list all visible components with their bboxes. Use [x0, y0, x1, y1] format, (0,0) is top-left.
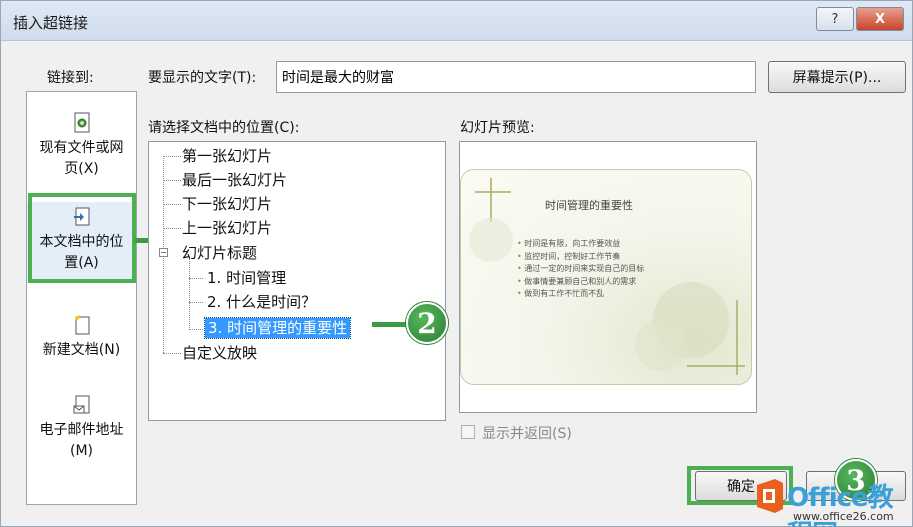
slide-preview-pane: 时间管理的重要性 时间是有限，向工作要效益 监控时间，控制好工作节奏 通过一定的…: [459, 141, 757, 413]
insert-hyperlink-dialog: 插入超链接 ? X 链接到: 现有文件或网 页(X) 本文档中的位 置(A) 新…: [0, 0, 913, 527]
display-text-label: 要显示的文字(T):: [148, 70, 257, 86]
email-address-icon: [73, 395, 89, 414]
tree-item-slide-1[interactable]: 1. 时间管理: [207, 268, 286, 288]
new-document-icon: [74, 315, 89, 335]
help-icon: ?: [831, 11, 839, 27]
screen-tip-button[interactable]: 屏幕提示(P)...: [768, 61, 906, 93]
tree-item-slide-2[interactable]: 2. 什么是时间？: [207, 292, 316, 312]
dialog-title: 插入超链接: [13, 14, 89, 32]
tree-guide-line: [189, 329, 203, 330]
tree-guide-line: [189, 257, 190, 330]
close-icon: X: [874, 11, 886, 27]
tree-guide-line: [189, 302, 203, 303]
watermark: Office教程网 www.office26.com: [747, 473, 913, 527]
link-item-label-line1: 现有文件或网: [39, 140, 124, 156]
callout-1-highlight: [28, 193, 136, 283]
link-item-existing-file[interactable]: 现有文件或网 页(X): [27, 112, 136, 182]
tree-guide-line: [163, 180, 181, 181]
slide-bullet: 监控时间，控制好工作节奏: [517, 251, 644, 264]
existing-file-icon: [74, 112, 89, 133]
tree-guide-line: [163, 156, 181, 157]
tree-guide-line: [163, 353, 181, 354]
tree-item-next-slide[interactable]: 下一张幻灯片: [182, 194, 272, 214]
link-item-email-address[interactable]: 电子邮件地址 (M): [27, 394, 136, 474]
close-button[interactable]: X: [856, 7, 904, 31]
slide-preview-label: 幻灯片预览:: [460, 120, 535, 136]
link-item-new-document[interactable]: 新建文档(N): [27, 314, 136, 374]
callout-2-connector: [372, 322, 408, 327]
place-select-label: 请选择文档中的位置(C):: [148, 120, 300, 136]
slide-bullets: 时间是有限，向工作要效益 监控时间，控制好工作节奏 通过一定的时间来实现自己的目…: [517, 238, 644, 301]
watermark-url: www.office26.com: [793, 510, 894, 523]
help-button[interactable]: ?: [816, 7, 854, 31]
slide-bullet: 做到有工作不忙而不乱: [517, 288, 644, 301]
slide-bullet: 做事情要兼顾自己和别人的需求: [517, 276, 644, 289]
show-return-checkbox[interactable]: [461, 425, 475, 439]
slide-thumbnail: 时间管理的重要性 时间是有限，向工作要效益 监控时间，控制好工作节奏 通过一定的…: [460, 169, 752, 385]
tree-guide-line: [163, 228, 181, 229]
office-logo-icon: [757, 479, 783, 513]
tree-item-last-slide[interactable]: 最后一张幻灯片: [182, 170, 287, 190]
link-item-label-line2: 页(X): [64, 161, 99, 177]
show-return-label: 显示并返回(S): [482, 426, 572, 442]
slide-bullet: 通过一定的时间来实现自己的目标: [517, 263, 644, 276]
slide-bullet: 时间是有限，向工作要效益: [517, 238, 644, 251]
collapse-icon[interactable]: −: [159, 248, 168, 257]
link-item-label-line1: 新建文档(N): [42, 342, 121, 358]
tree-item-custom-shows[interactable]: 自定义放映: [182, 343, 257, 363]
tree-item-slide-3-selected[interactable]: 3. 时间管理的重要性: [203, 317, 352, 339]
tree-item-first-slide[interactable]: 第一张幻灯片: [182, 146, 272, 166]
link-item-label-line1: 电子邮件地址: [39, 422, 124, 438]
tree-item-previous-slide[interactable]: 上一张幻灯片: [182, 218, 272, 238]
place-tree[interactable]: − 第一张幻灯片 最后一张幻灯片 下一张幻灯片 上一张幻灯片 幻灯片标题 1. …: [148, 141, 446, 421]
link-to-bar: 现有文件或网 页(X) 本文档中的位 置(A) 新建文档(N) 电子邮件地址 (…: [26, 91, 137, 505]
link-to-label: 链接到:: [47, 70, 94, 86]
tree-item-slide-titles[interactable]: 幻灯片标题: [182, 243, 257, 263]
link-item-label-line2: (M): [69, 443, 93, 459]
slide-title: 时间管理的重要性: [545, 199, 633, 212]
display-text-input[interactable]: [276, 61, 756, 93]
callout-2-badge: 2: [406, 302, 448, 344]
tree-guide-line: [189, 278, 203, 279]
tree-guide-line: [163, 204, 181, 205]
title-bar: 插入超链接 ? X: [1, 1, 912, 41]
